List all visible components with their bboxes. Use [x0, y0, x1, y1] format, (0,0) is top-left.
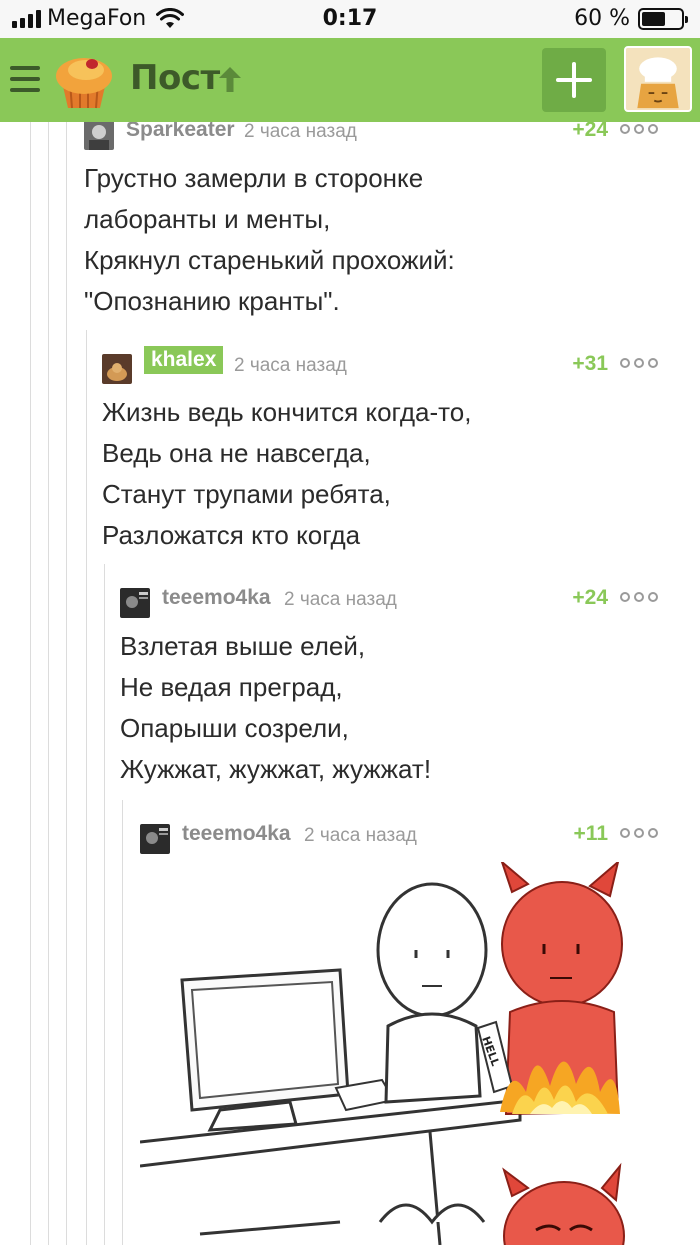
- thread-guide-line: [48, 122, 49, 1245]
- thread-guide-line: [86, 330, 87, 1245]
- comment-rating: +24: [572, 122, 608, 141]
- comment-text: Жизнь ведь кончится когда-то, Ведь она н…: [102, 392, 700, 556]
- comment-line: Ведь она не навсегда,: [102, 438, 371, 468]
- thread-guide-line: [66, 122, 67, 1245]
- chef-avatar-icon: [626, 48, 690, 110]
- comment-timestamp: 2 часа назад: [304, 825, 417, 846]
- comment-line: Жужжат, жужжат, жужжат!: [120, 754, 432, 784]
- user-avatar[interactable]: [624, 46, 692, 112]
- comment-line: Грустно замерли в сторонке: [84, 163, 424, 193]
- comment-line: лаборанты и менты,: [84, 204, 331, 234]
- comment-text: Грустно замерли в сторонке лаборанты и м…: [84, 158, 700, 322]
- comment-image[interactable]: HELL: [140, 862, 690, 1245]
- status-bar: MegaFon 0:17 60 %: [0, 0, 700, 38]
- comment-line: Опарыши созрели,: [120, 713, 349, 743]
- battery-icon: [638, 7, 688, 30]
- avatar[interactable]: [84, 122, 114, 150]
- more-options-icon[interactable]: [620, 592, 658, 602]
- thread-guide-line: [30, 122, 31, 1245]
- comment-timestamp: 2 часа назад: [284, 589, 397, 610]
- comment: teeemo4ka 2 часа назад +11: [140, 822, 700, 856]
- comment-rating: +31: [572, 352, 608, 375]
- comment-line: "Опознанию кранты".: [84, 286, 340, 316]
- comment-text: Взлетая выше елей, Не ведая преград, Опа…: [120, 626, 700, 790]
- app-header: Пост: [0, 38, 700, 122]
- avatar[interactable]: [120, 588, 150, 618]
- comment-line: Не ведая преград,: [120, 672, 343, 702]
- comment-username[interactable]: khalex: [144, 346, 224, 374]
- comment-timestamp: 2 часа назад: [234, 355, 347, 376]
- comment-header: teeemo4ka 2 часа назад +11: [140, 822, 700, 856]
- arrow-up-icon[interactable]: [216, 64, 244, 94]
- muffin-logo-icon[interactable]: [52, 48, 116, 112]
- menu-icon[interactable]: [10, 66, 40, 92]
- comment-header: Sparkeater 2 часа назад +24: [84, 122, 700, 152]
- more-options-icon[interactable]: [620, 828, 658, 838]
- comment-header: khalex 2 часа назад +31: [102, 346, 700, 386]
- thread-guide-line: [104, 564, 105, 1245]
- comment-line: Станут трупами ребята,: [102, 479, 391, 509]
- comment-line: Жизнь ведь кончится когда-то,: [102, 397, 472, 427]
- battery-percent: 60 %: [574, 6, 630, 31]
- more-options-icon[interactable]: [620, 358, 658, 368]
- comment-line: Взлетая выше елей,: [120, 631, 366, 661]
- comment-username[interactable]: teeemo4ka: [162, 586, 271, 610]
- meme-comic-image: HELL: [140, 862, 690, 1245]
- comment: Sparkeater 2 часа назад +24 Грустно заме…: [84, 122, 700, 322]
- add-post-button[interactable]: [542, 48, 606, 112]
- comment-rating: +11: [573, 822, 608, 845]
- thread-guide-line: [122, 800, 123, 1245]
- comment: teeemo4ka 2 часа назад +24 Взлетая выше …: [120, 586, 700, 790]
- comment-thread: Sparkeater 2 часа назад +24 Грустно заме…: [0, 122, 700, 1245]
- comment-username[interactable]: teeemo4ka: [182, 822, 291, 846]
- avatar[interactable]: [140, 824, 170, 854]
- page-title: Пост: [130, 58, 220, 98]
- more-options-icon[interactable]: [620, 124, 658, 134]
- avatar[interactable]: [102, 354, 132, 384]
- comment-line: Разложатся кто когда: [102, 520, 361, 550]
- comment-rating: +24: [572, 586, 608, 609]
- comment-header: teeemo4ka 2 часа назад +24: [120, 586, 700, 620]
- comment: khalex 2 часа назад +31 Жизнь ведь кончи…: [102, 346, 700, 556]
- comment-username[interactable]: Sparkeater: [126, 122, 235, 142]
- comment-line: Крякнул старенький прохожий:: [84, 245, 455, 275]
- comment-timestamp: 2 часа назад: [244, 122, 357, 142]
